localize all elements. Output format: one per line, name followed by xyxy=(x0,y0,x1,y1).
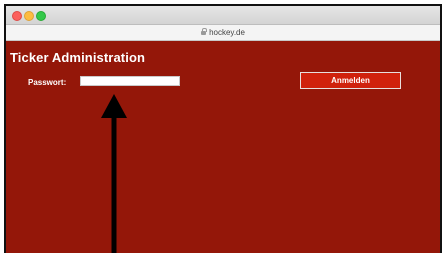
arrow-shaft xyxy=(111,117,117,253)
pointer-arrow-annotation xyxy=(101,94,127,253)
arrow-head xyxy=(101,94,127,118)
